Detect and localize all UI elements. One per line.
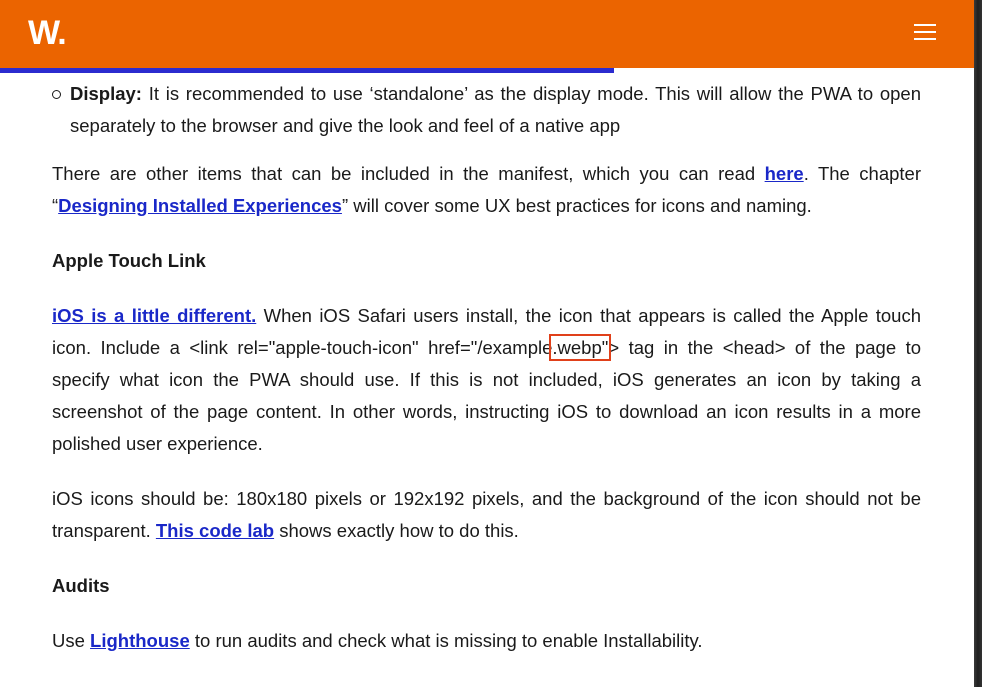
list-item-display: Display: It is recommended to use ‘stand…: [52, 78, 921, 142]
here-link[interactable]: here: [765, 163, 804, 184]
text: to run audits and check what is missing …: [189, 630, 703, 651]
heading-apple-touch-link: Apple Touch Link: [52, 250, 206, 271]
menu-line: [914, 38, 936, 40]
bullet-text: It is recommended to use ‘standalone’ as…: [70, 83, 921, 136]
paragraph-lighthouse: Use Lighthouse to run audits and check w…: [52, 625, 921, 657]
designing-installed-experiences-link[interactable]: Designing Installed Experiences: [58, 195, 342, 216]
ios-is-a-little-different-link[interactable]: iOS is a little different.: [52, 305, 256, 326]
this-code-lab-link[interactable]: This code lab: [156, 520, 274, 541]
text: Use: [52, 630, 91, 651]
site-logo[interactable]: W.: [28, 14, 67, 53]
text: shows exactly how to do this.: [274, 520, 519, 541]
page: W. Display: It is recommended to use ‘st…: [0, 0, 974, 687]
lighthouse-link[interactable]: Lighthouse: [90, 630, 190, 651]
paragraph-manifest: There are other items that can be includ…: [52, 158, 921, 222]
background-edge: [974, 0, 982, 687]
bullet-term: Display:: [70, 83, 142, 104]
hamburger-menu-icon[interactable]: [914, 24, 936, 44]
bullet-circle-icon: [52, 90, 61, 99]
paragraph-apple-touch: iOS is a little different. When iOS Safa…: [52, 300, 921, 460]
article-content: Display: It is recommended to use ‘stand…: [52, 78, 921, 657]
paragraph-ios-icons: iOS icons should be: 180x180 pixels or 1…: [52, 483, 921, 547]
menu-line: [914, 31, 936, 33]
top-bar: W.: [0, 0, 974, 68]
text: There are other items that can be includ…: [52, 163, 765, 184]
reading-progress-bar: [0, 68, 614, 73]
text: ” will cover some UX best practices for …: [341, 195, 812, 216]
heading-audits: Audits: [52, 575, 110, 596]
highlighted-text: .webp": [549, 334, 612, 361]
menu-line: [914, 24, 936, 26]
